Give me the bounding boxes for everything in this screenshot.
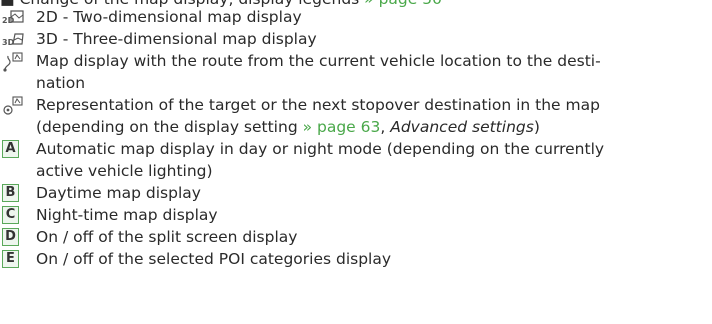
list-item-text: On / off of the selected POI categories … bbox=[36, 250, 392, 268]
svg-text:2D: 2D bbox=[2, 16, 15, 25]
map-3d-icon: 3D bbox=[2, 28, 24, 50]
list-item-text: Night-time map display bbox=[36, 206, 218, 224]
list-item-text: 3D - Three-dimensional map display bbox=[36, 30, 317, 48]
key-d-badge: D bbox=[2, 228, 19, 246]
route-map-icon bbox=[2, 50, 24, 72]
destination-map-icon bbox=[2, 94, 24, 116]
list-item-text-line: Automatic map display in day or night mo… bbox=[36, 140, 605, 158]
rich-prefix: (depending on the display setting bbox=[36, 118, 303, 136]
map-2d-icon: 2D bbox=[2, 6, 24, 28]
list-item-text-line: active vehicle lighting) bbox=[36, 162, 213, 180]
list-item: A Automatic map display in day or night … bbox=[0, 138, 712, 182]
key-a-badge: A bbox=[2, 140, 19, 158]
legend-list: 2D 2D - Two-dimensional map display 3D 3… bbox=[0, 6, 712, 270]
key-e-badge: E bbox=[2, 250, 19, 268]
list-item: C Night-time map display bbox=[0, 204, 712, 226]
advanced-settings-ref: Advanced settings bbox=[390, 118, 534, 136]
list-item-text: On / off of the split screen display bbox=[36, 228, 298, 246]
list-item-text-line: (depending on the display setting » page… bbox=[36, 116, 704, 138]
list-item: B Daytime map display bbox=[0, 182, 712, 204]
list-item: Representation of the target or the next… bbox=[0, 94, 712, 138]
list-item: E On / off of the selected POI categorie… bbox=[0, 248, 712, 270]
list-item-text: Daytime map display bbox=[36, 184, 201, 202]
list-item: D On / off of the split screen display bbox=[0, 226, 712, 248]
rich-suffix: ) bbox=[533, 118, 540, 136]
rich-mid: , bbox=[380, 118, 391, 136]
list-item: 3D 3D - Three-dimensional map display bbox=[0, 28, 712, 50]
key-c-badge: C bbox=[2, 206, 19, 224]
list-item: 2D 2D - Two-dimensional map display bbox=[0, 6, 712, 28]
list-item-text: 2D - Two-dimensional map display bbox=[36, 8, 302, 26]
list-item-text-line: Map display with the route from the curr… bbox=[36, 52, 601, 70]
list-item: Map display with the route from the curr… bbox=[0, 50, 712, 94]
list-item-text-line: nation bbox=[36, 74, 86, 92]
list-item-text-line: Representation of the target or the next… bbox=[36, 96, 600, 114]
page-63-link[interactable]: » page 63 bbox=[303, 118, 381, 136]
svg-text:3D: 3D bbox=[2, 38, 15, 47]
key-b-badge: B bbox=[2, 184, 19, 202]
